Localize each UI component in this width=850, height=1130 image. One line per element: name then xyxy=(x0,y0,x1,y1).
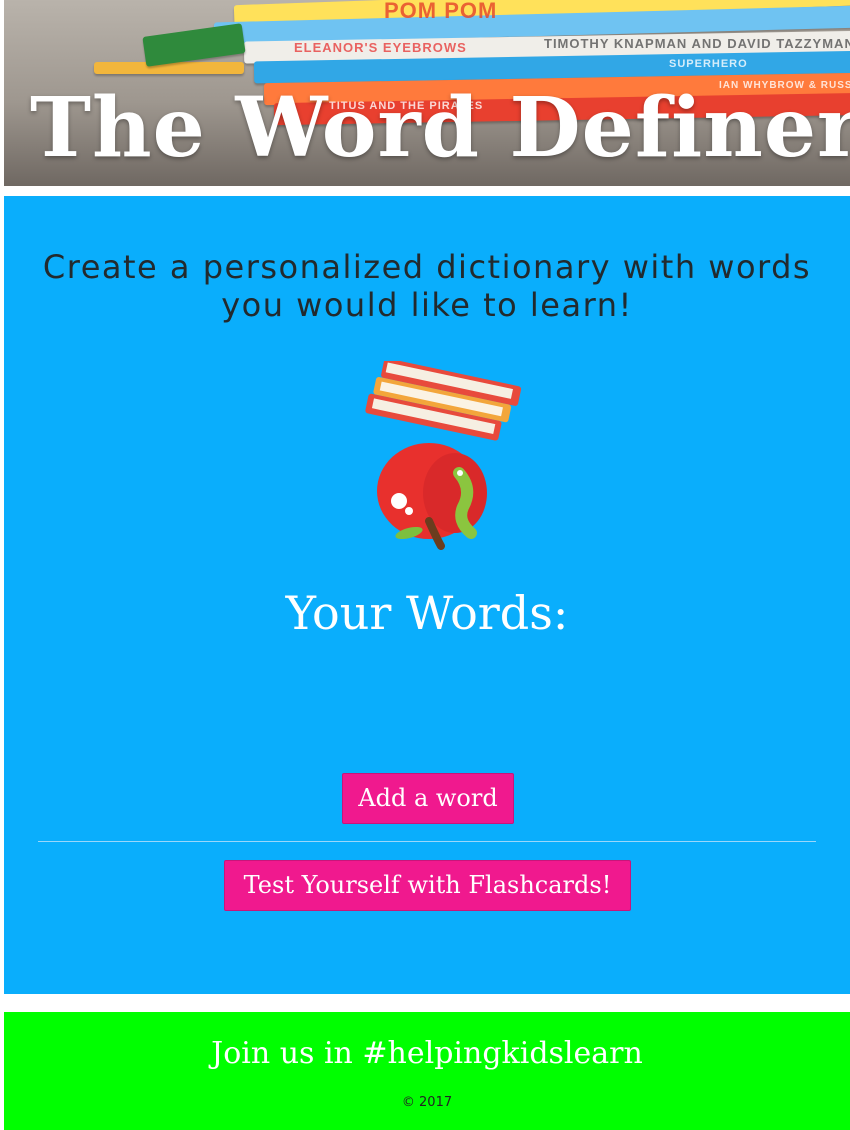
divider xyxy=(38,841,816,842)
main-section: Create a personalized dictionary with wo… xyxy=(4,196,850,994)
books-apple-mascot-icon xyxy=(365,361,522,550)
footer: Join us in #helpingkidslearn © 2017 xyxy=(4,1012,850,1130)
book-spine-text: SUPERHERO xyxy=(669,58,748,70)
footer-message: Join us in #helpingkidslearn xyxy=(211,1036,643,1071)
book-spine-text: POM POM xyxy=(384,0,498,23)
tagline: Create a personalized dictionary with wo… xyxy=(42,248,812,324)
add-word-button[interactable]: Add a word xyxy=(342,773,514,824)
site-title: The Word Definer xyxy=(30,80,850,176)
header-banner: POM POM ELEANOR'S EYEBROWS TIMOTHY KNAPM… xyxy=(4,0,850,186)
flashcards-button[interactable]: Test Yourself with Flashcards! xyxy=(224,860,631,911)
your-words-heading: Your Words: xyxy=(285,586,569,640)
book-spine-text: ELEANOR'S EYEBROWS xyxy=(294,40,467,55)
copyright-text: © 2017 xyxy=(401,1095,453,1110)
book-spine-text: TIMOTHY KNAPMAN AND DAVID TAZZYMAN xyxy=(544,36,850,51)
